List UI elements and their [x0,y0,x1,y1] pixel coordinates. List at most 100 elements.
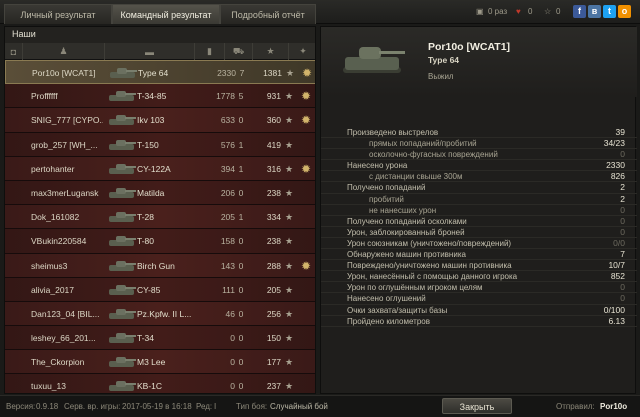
table-row[interactable]: sheimus3 Birch Gun 143 0 288 ★ ✹ [5,253,315,278]
tank-icon [108,66,138,80]
player-name[interactable]: Por10o [WCAT1] [32,61,104,85]
player-name[interactable]: pertohanter [31,157,103,181]
player-icon[interactable]: ♟ [23,43,105,60]
tank-icon [107,89,137,103]
player-name[interactable]: The_Ckorpion [31,350,103,374]
vk-icon[interactable]: в [588,5,601,18]
damage-value: 0 [230,381,235,392]
kills-value: 0 [238,333,244,344]
table-row[interactable]: Por10o [WCAT1] Type 64 2330 7 1381 ★ ✹ [5,60,315,85]
xp-value: 360 [266,115,281,126]
tab-personal[interactable]: Личный результат [4,4,112,24]
player-name[interactable]: max3merLugansk [31,181,103,205]
tab-detailed[interactable]: Подробный отчёт [220,4,316,24]
medal-icon[interactable]: ✹ [299,88,313,104]
stat-value: 0 [620,149,625,160]
player-name[interactable]: Proffffff [31,84,103,108]
stat-row: Обнаружено машин противника 7 [321,249,637,261]
medal-icon[interactable]: ✹ [299,258,313,274]
stat-value: 34/23 [603,138,625,149]
facebook-icon[interactable]: f [573,5,586,18]
table-row[interactable]: Dok_161082 T-28 205 1 334 ★ [5,205,315,230]
player-name[interactable]: tuxuu_13 [31,374,103,393]
version-value: 0.9.18 [36,402,59,411]
stat-value: 2330 [606,160,625,171]
stat-label: Урон, заблокированный броней [347,227,465,237]
table-row[interactable]: The_Ckorpion M3 Lee 0 0 177 ★ [5,350,315,375]
player-name[interactable]: sheimus3 [31,254,103,278]
stat-value: 0/100 [603,304,625,315]
squad-icon[interactable]: ◘ [5,43,23,60]
star-icon: ★ [285,236,294,247]
player-name[interactable]: SNIG_777 [CYPO... [31,108,103,132]
player-name[interactable]: grob_257 [WH_... [31,133,103,157]
vehicle-icon[interactable]: ▬ [105,43,195,60]
table-row[interactable]: grob_257 [WH_... T-150 576 1 419 ★ [5,132,315,157]
damage-value: 143 [220,260,235,271]
edition-value: I [214,402,217,411]
stat-label: Получено попаданий [347,183,426,193]
kills-value: 0 [238,357,244,368]
stat-row: Урон по оглушённым игроком целям 0 [321,282,637,294]
stat-row: не нанесших урон 0 [321,205,637,216]
save-count-icon[interactable]: ▣ [476,6,484,18]
tab-team[interactable]: Командный результат [112,4,220,24]
like-count: 0 [528,7,533,16]
stats-list: Произведено выстрелов 39 прямых попаданий/… [321,127,637,327]
heart-icon[interactable]: ♥ [516,6,521,18]
favorite-icon[interactable]: ☆ [544,6,551,18]
table-row[interactable]: leshey_66_201... T-34 0 0 150 ★ [5,326,315,351]
kills-value: 0 [238,284,244,295]
stat-label: Обнаружено машин противника [347,250,466,260]
table-row[interactable]: SNIG_777 [CYPO... Ikv 103 633 0 360 ★ ✹ [5,108,315,133]
player-name[interactable]: alivia_2017 [31,278,103,302]
stat-value: 0 [620,293,625,304]
twitter-icon[interactable]: t [603,5,616,18]
table-row[interactable]: Proffffff T-34-85 1778 5 931 ★ ✹ [5,84,315,109]
xp-icon[interactable]: ★ [253,43,289,60]
table-row[interactable]: max3merLugansk Matilda 206 0 238 ★ [5,180,315,206]
kills-icon[interactable]: ⛟ [225,43,253,60]
tank-icon [107,186,137,200]
stat-value: 0 [620,226,625,237]
stat-label: Произведено выстрелов [347,128,439,137]
stat-label: пробитий [369,194,404,204]
table-row[interactable]: VBukin220584 T-80 158 0 238 ★ [5,229,315,254]
close-button[interactable]: Закрыть [442,398,512,414]
medal-icon[interactable]: ✹ [299,161,313,177]
star-icon: ★ [285,333,294,344]
medal-column-icon[interactable]: ✦ [289,43,315,60]
medal-icon[interactable]: ✹ [300,65,314,81]
version-label: Версия: [6,402,36,411]
damage-icon[interactable]: ▮ [195,43,225,60]
stat-row: осколочно-фугасных повреждений 0 [321,149,637,161]
sender-value[interactable]: Por10o [600,402,627,411]
server-time-label: Серв. вр. игры: [64,402,121,411]
player-name[interactable]: Dok_161082 [31,205,103,229]
odnoklassniki-icon[interactable]: о [618,5,631,18]
damage-value: 0 [230,333,235,344]
player-name[interactable]: VBukin220584 [31,229,103,253]
stat-value: 10/7 [608,260,625,271]
table-row[interactable]: alivia_2017 CY-85 111 0 205 ★ [5,277,315,302]
table-row[interactable]: Dan123_04 [BIL... Pz.Kpfw. II L... 46 0 256 ★ [5,301,315,327]
edition-label: Ред: [196,402,213,411]
stat-label: с дистанции свыше 300м [369,172,463,182]
tank-image [339,31,409,81]
tank-icon [107,210,137,224]
team-table-header: ◘ ♟ ▬ ▮ ⛟ ★ ✦ [5,43,315,60]
player-name[interactable]: leshey_66_201... [31,326,103,350]
stat-row: Повреждено/уничтожено машин противника 10… [321,260,637,272]
tank-icon [107,234,137,248]
stat-value: 0 [620,204,625,215]
xp-value: 205 [266,284,281,295]
stat-label: Нанесено оглушений [347,294,426,304]
table-row[interactable]: tuxuu_13 KB-1C 0 0 237 ★ [5,374,315,393]
player-name[interactable]: Dan123_04 [BIL... [31,302,103,326]
team-title: Наши [12,29,36,39]
medal-icon[interactable]: ✹ [299,112,313,128]
detail-status: Выжил [428,72,454,81]
top-bar: Личный результат Командный результат Под… [0,0,640,24]
table-row[interactable]: pertohanter CY-122A 394 1 316 ★ ✹ [5,156,315,181]
xp-value: 334 [266,212,281,223]
